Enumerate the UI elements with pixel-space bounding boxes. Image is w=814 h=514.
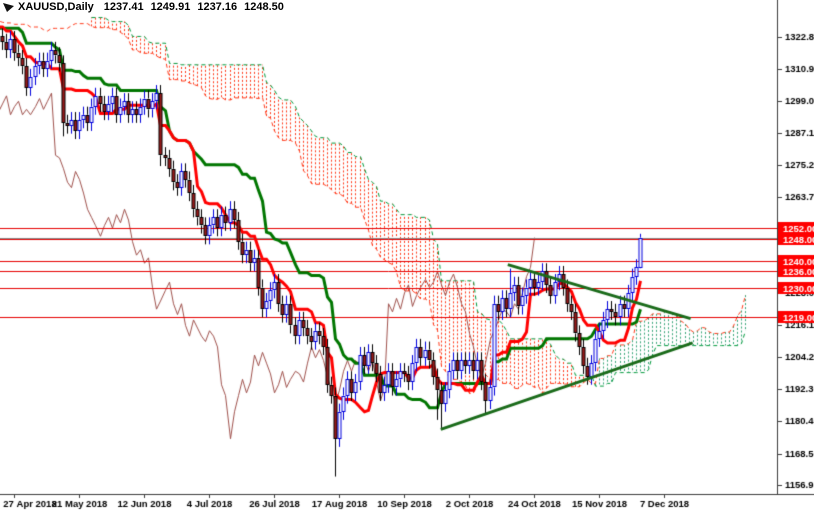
price-chart-canvas[interactable] bbox=[0, 0, 814, 514]
mt4-chart-window: XAUUSD,Daily 1237.41 1249.91 1237.16 124… bbox=[0, 0, 814, 514]
